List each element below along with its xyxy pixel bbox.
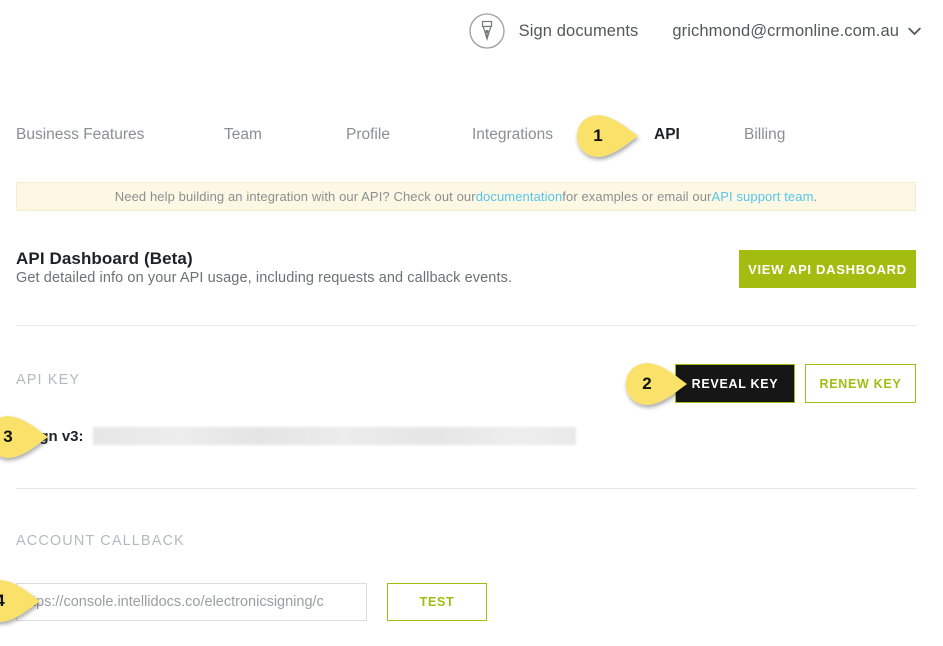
- api-key-masked-value: [92, 427, 576, 445]
- account-email: grichmond@crmonline.com.au: [672, 21, 899, 40]
- renew-key-button[interactable]: RENEW KEY: [805, 364, 916, 403]
- tab-api[interactable]: API: [654, 122, 680, 148]
- banner-text-1: Need help building an integration with o…: [114, 189, 476, 204]
- test-callback-button[interactable]: TEST: [387, 583, 487, 621]
- view-api-dashboard-button[interactable]: VIEW API DASHBOARD: [739, 250, 916, 288]
- api-key-section-label: API KEY: [16, 372, 81, 388]
- api-help-banner: Need help building an integration with o…: [16, 182, 916, 211]
- tab-integrations[interactable]: Integrations: [472, 122, 553, 148]
- annotation-marker-1: 1: [572, 113, 644, 159]
- api-settings-page: Sign documents grichmond@crmonline.com.a…: [0, 0, 943, 646]
- account-callback-section-label: ACCOUNT CALLBACK: [16, 533, 185, 549]
- api-dashboard-subtitle: Get detailed info on your API usage, inc…: [16, 270, 513, 286]
- banner-text-2: for examples or email our: [562, 189, 712, 204]
- api-key-row: oSign v3:: [16, 427, 576, 445]
- account-menu[interactable]: grichmond@crmonline.com.au: [672, 22, 921, 41]
- callback-url-input[interactable]: [16, 583, 367, 621]
- chevron-down-icon: [908, 27, 921, 36]
- annotation-marker-4: 4: [0, 578, 46, 624]
- tab-team[interactable]: Team: [224, 122, 262, 148]
- api-support-team-link[interactable]: API support team: [711, 189, 813, 204]
- sign-documents-link[interactable]: Sign documents: [468, 12, 639, 50]
- annotation-marker-2: 2: [621, 361, 693, 407]
- divider-top: [16, 325, 916, 326]
- pen-nib-circle-icon: [468, 12, 506, 50]
- top-bar: Sign documents grichmond@crmonline.com.a…: [0, 0, 943, 62]
- reveal-key-button[interactable]: REVEAL KEY: [675, 364, 795, 403]
- documentation-link[interactable]: documentation: [476, 189, 563, 204]
- banner-text-3: .: [813, 189, 818, 204]
- sign-documents-label: Sign documents: [518, 21, 639, 40]
- api-dashboard-title: API Dashboard (Beta): [16, 249, 193, 268]
- divider-bottom: [16, 488, 916, 489]
- tab-billing[interactable]: Billing: [744, 122, 785, 148]
- tab-profile[interactable]: Profile: [346, 122, 390, 148]
- settings-tabs: Business Features Team Profile Integrati…: [16, 122, 927, 148]
- annotation-marker-3: 3: [0, 414, 54, 460]
- tab-business-features[interactable]: Business Features: [16, 122, 144, 148]
